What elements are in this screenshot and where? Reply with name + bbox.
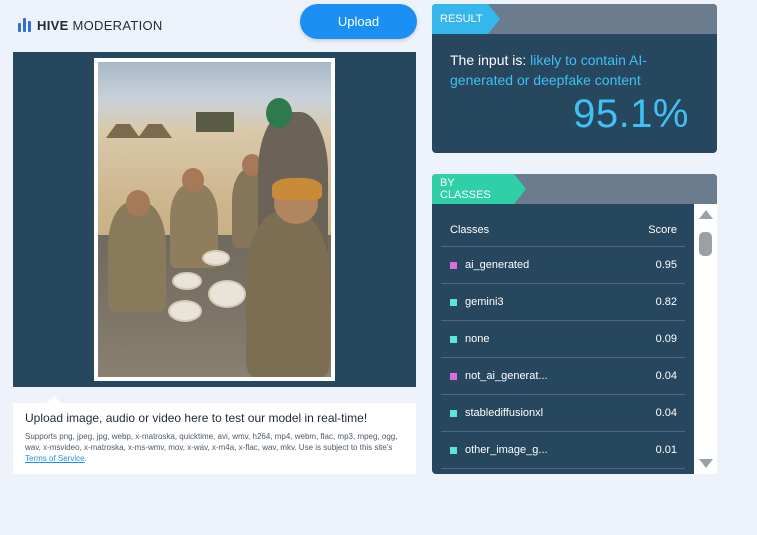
result-prefix: The input is: (450, 52, 531, 68)
class-name: gemini3 (465, 296, 504, 308)
classes-tag: BY CLASSES (432, 174, 526, 204)
header-class-label: Classes (450, 224, 490, 236)
supported-formats: Supports png, jpeg, jpg, webp, x-matrosk… (25, 431, 404, 464)
class-color-icon (450, 409, 457, 417)
person-head (126, 190, 150, 216)
plate-shape (202, 250, 230, 266)
logo-brand: HIVE (37, 17, 69, 33)
person-head (182, 168, 204, 192)
result-text: The input is: likely to contain AI-gener… (450, 50, 700, 90)
uploaded-photo (94, 58, 335, 381)
classes-scrollbar[interactable] (694, 204, 717, 474)
class-color-icon (450, 372, 457, 380)
class-name-cell: gemini3 (441, 296, 625, 308)
class-score: 0.04 (655, 407, 677, 419)
class-name-cell: not_ai_generat... (441, 370, 625, 382)
caption-title: Upload image, audio or video here to tes… (25, 411, 368, 425)
media-preview[interactable] (13, 52, 416, 387)
plate-shape (168, 300, 202, 322)
scroll-up-icon[interactable] (699, 210, 713, 219)
terms-of-service-link[interactable]: Terms of Service (25, 454, 85, 463)
person-head (266, 98, 292, 128)
plate-shape (208, 280, 246, 308)
hive-logo[interactable]: HIVE MODERATION (18, 17, 163, 33)
classes-table: Classes Score ai_generated 0.95 gemini3 0.8… (441, 214, 685, 469)
scroll-down-icon[interactable] (699, 459, 713, 468)
class-color-icon (450, 298, 457, 306)
class-name: none (465, 333, 490, 345)
tent-shape (138, 124, 172, 138)
result-tag: RESULT (432, 4, 500, 34)
result-panel: RESULT The input is: likely to contain A… (432, 4, 717, 153)
upload-caption: Upload image, audio or video here to tes… (13, 396, 416, 474)
class-name-cell: stablediffusionxl (441, 407, 625, 419)
person-shape (108, 202, 166, 312)
person-shape (246, 212, 330, 377)
class-row: ai_generated 0.95 (441, 247, 685, 284)
classes-table-header: Classes Score (441, 214, 685, 247)
class-name-cell: ai_generated (441, 259, 625, 271)
class-row: gemini3 0.82 (441, 284, 685, 321)
result-score: 95.1% (573, 92, 689, 136)
logo-text: HIVE MODERATION (37, 18, 163, 33)
logo-product: MODERATION (72, 17, 163, 33)
hive-logo-icon (18, 18, 31, 32)
tent-shape (106, 124, 140, 138)
class-name-cell: none (441, 333, 625, 345)
truck-shape (196, 112, 234, 132)
class-score: 0.01 (655, 444, 677, 456)
header-score-label: Score (648, 224, 677, 236)
supported-formats-text: Supports png, jpeg, jpg, webp, x-matrosk… (25, 432, 398, 452)
scroll-thumb[interactable] (699, 232, 712, 256)
class-name: other_image_g... (465, 444, 548, 456)
class-color-icon (450, 261, 457, 269)
plate-shape (172, 272, 202, 290)
class-name: ai_generated (465, 259, 530, 271)
class-score: 0.04 (655, 370, 677, 382)
class-score: 0.95 (655, 259, 677, 271)
class-name-cell: other_image_g... (441, 444, 625, 456)
result-header: RESULT (432, 4, 717, 34)
class-score: 0.09 (655, 333, 677, 345)
class-color-icon (450, 446, 457, 454)
class-row: other_image_g... 0.01 (441, 432, 685, 469)
class-row: none 0.09 (441, 321, 685, 358)
class-color-icon (450, 335, 457, 343)
terms-suffix: . (84, 454, 87, 463)
class-row: not_ai_generat... 0.04 (441, 358, 685, 395)
class-name: stablediffusionxl (465, 407, 544, 419)
photo-image (98, 62, 331, 377)
classes-panel: BY CLASSES Classes Score ai_generated 0.9… (432, 174, 717, 474)
upload-button[interactable]: Upload (300, 4, 417, 39)
classes-header: BY CLASSES (432, 174, 717, 204)
turban-shape (272, 178, 322, 200)
class-score: 0.82 (655, 296, 677, 308)
class-row: stablediffusionxl 0.04 (441, 395, 685, 432)
class-name: not_ai_generat... (465, 370, 548, 382)
